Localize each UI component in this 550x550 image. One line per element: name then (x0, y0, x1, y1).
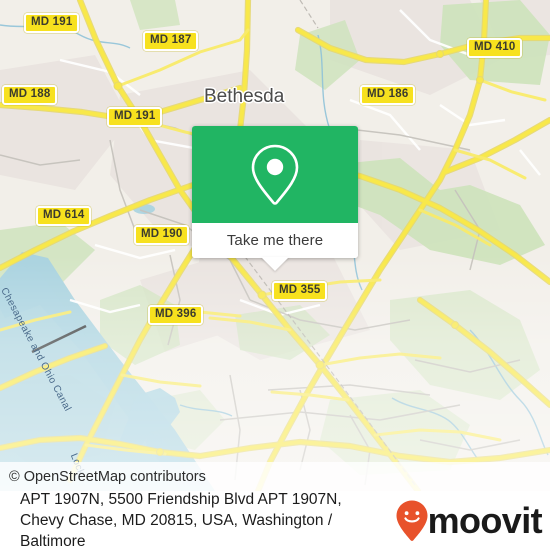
openstreetmap-attribution[interactable]: © OpenStreetMap contributors (0, 469, 206, 485)
highway-shield-md-188[interactable]: MD 188 (2, 85, 58, 105)
address-text: APT 1907N, 5500 Friendship Blvd APT 1907… (20, 491, 342, 550)
footer-bar: APT 1907N, 5500 Friendship Blvd APT 1907… (0, 491, 550, 550)
map-pin-icon (251, 144, 299, 205)
moovit-wordmark: moovit (427, 499, 543, 541)
highway-shield-md-190[interactable]: MD 190 (134, 225, 190, 245)
highway-shield-md-410[interactable]: MD 410 (467, 38, 523, 58)
map-screenshot-root: Bethesda Chesapeake and Ohio Canal Lock … (0, 0, 550, 550)
highway-shield-md-396[interactable]: MD 396 (148, 305, 204, 325)
popup-header (192, 126, 358, 223)
highway-shield-md-614[interactable]: MD 614 (36, 206, 92, 226)
map-attribution-bar: © OpenStreetMap contributors (0, 462, 550, 491)
highway-shield-md-186[interactable]: MD 186 (360, 85, 416, 105)
highway-shield-md-355[interactable]: MD 355 (272, 281, 328, 301)
map-viewport[interactable]: Bethesda Chesapeake and Ohio Canal Lock … (0, 0, 550, 491)
moovit-pin-smile-icon (396, 500, 428, 541)
take-me-there-label: Take me there (226, 232, 324, 249)
place-label-bethesda: Bethesda (204, 86, 285, 107)
highway-shield-md-187[interactable]: MD 187 (143, 31, 199, 51)
highway-shield-md-191-south[interactable]: MD 191 (107, 107, 163, 127)
location-popup-card[interactable]: Take me there (192, 126, 358, 258)
moovit-logo[interactable]: moovit (394, 499, 550, 543)
popup-footer[interactable]: Take me there (192, 223, 358, 258)
popup-tail-pointer (261, 257, 289, 271)
highway-shield-md-191-north[interactable]: MD 191 (24, 13, 80, 33)
